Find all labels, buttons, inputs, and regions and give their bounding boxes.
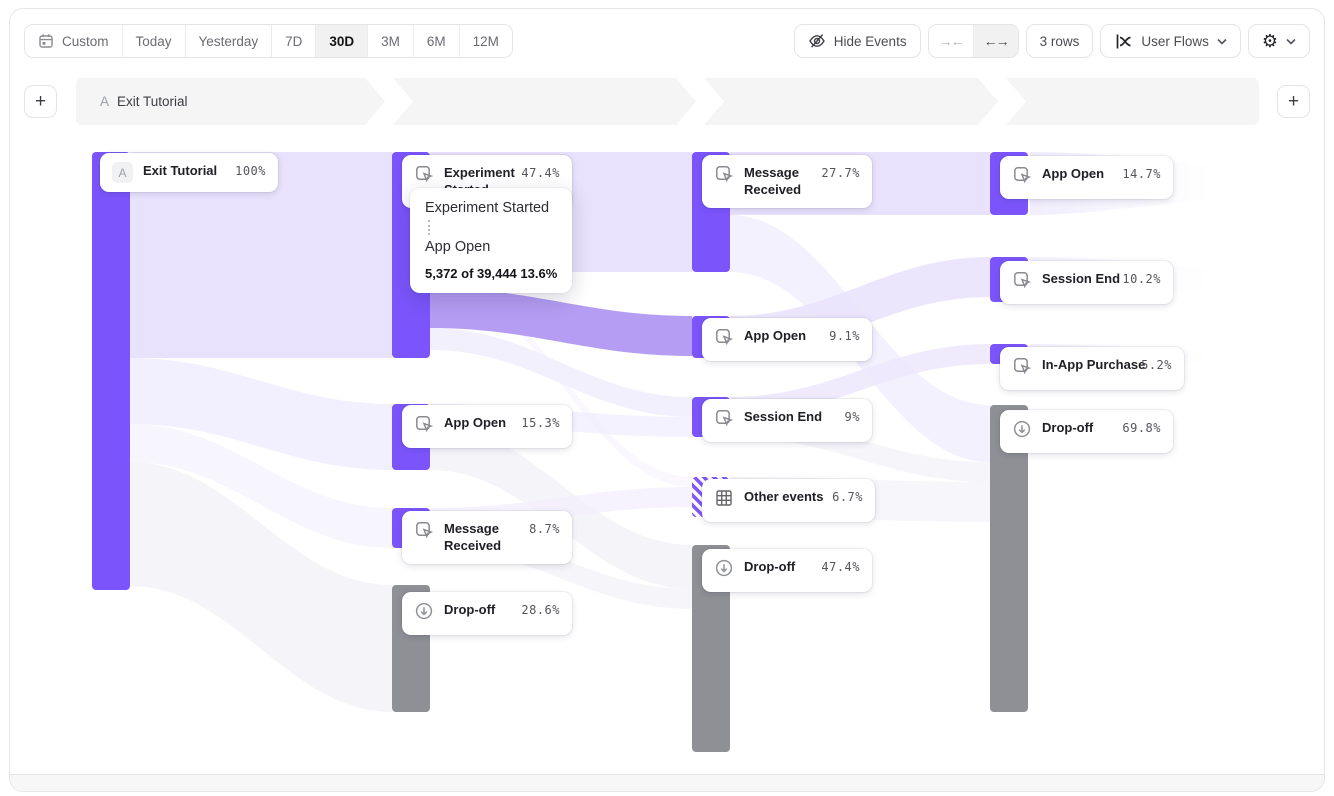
node-percentage: 15.3% bbox=[515, 414, 560, 430]
node-label: Other events bbox=[744, 488, 816, 506]
grid-icon bbox=[714, 488, 734, 513]
step-a-badge: A bbox=[112, 162, 133, 183]
node-percentage: 8.7% bbox=[523, 520, 560, 536]
flow-node-session-end-3[interactable]: Session End 9% bbox=[702, 399, 872, 442]
flow-node-drop-off-3[interactable]: Drop-off 47.4% bbox=[702, 549, 872, 592]
flow-node-other-events-3[interactable]: Other events 6.7% bbox=[702, 479, 875, 522]
node-label: App Open bbox=[444, 414, 505, 432]
sankey-links-svg bbox=[9, 8, 1325, 792]
node-label: In-App Purchase bbox=[1042, 356, 1125, 374]
tooltip-stats: 5,372 of 39,444 13.6% bbox=[425, 266, 557, 281]
node-percentage: 100% bbox=[229, 162, 266, 178]
node-label: Message Received bbox=[744, 164, 805, 199]
link-tooltip: Experiment Started App Open 5,372 of 39,… bbox=[410, 188, 572, 293]
node-percentage: 28.6% bbox=[515, 601, 560, 617]
event-icon bbox=[1012, 356, 1032, 381]
tooltip-source-event: Experiment Started bbox=[425, 200, 557, 216]
tooltip-connector-dots bbox=[428, 220, 430, 235]
bar-exit-tutorial[interactable] bbox=[92, 152, 130, 590]
event-icon bbox=[414, 520, 434, 545]
flow-node-app-open-3[interactable]: App Open 9.1% bbox=[702, 318, 872, 361]
bottom-strip bbox=[10, 774, 1324, 791]
node-percentage: 6.7% bbox=[826, 488, 863, 504]
flow-node-in-app-purchase-4[interactable]: In-App Purchase 5.2% bbox=[1000, 347, 1184, 390]
node-label: Message Received bbox=[444, 520, 513, 555]
event-icon bbox=[714, 327, 734, 352]
node-label: App Open bbox=[744, 327, 813, 345]
node-percentage: 47.4% bbox=[515, 164, 560, 180]
flow-node-message-received-3[interactable]: Message Received 27.7% bbox=[702, 155, 872, 208]
node-label: App Open bbox=[1042, 165, 1106, 183]
node-label: Drop-off bbox=[1042, 419, 1106, 437]
flow-node-app-open-4[interactable]: App Open 14.7% bbox=[1000, 156, 1173, 199]
flow-node-app-open-2[interactable]: App Open 15.3% bbox=[402, 405, 572, 448]
node-percentage: 5.2% bbox=[1135, 356, 1172, 372]
node-label: Drop-off bbox=[744, 558, 805, 576]
node-percentage: 14.7% bbox=[1116, 165, 1161, 181]
node-percentage: 9% bbox=[839, 408, 860, 424]
node-label: Exit Tutorial bbox=[143, 162, 219, 180]
node-label: Session End bbox=[744, 408, 829, 426]
flow-node-exit-tutorial[interactable]: A Exit Tutorial 100% bbox=[100, 153, 278, 192]
event-icon bbox=[714, 164, 734, 189]
event-icon bbox=[414, 164, 434, 189]
event-icon bbox=[414, 414, 434, 439]
flow-node-session-end-4[interactable]: Session End 10.2% bbox=[1000, 261, 1173, 304]
node-percentage: 10.2% bbox=[1116, 270, 1161, 286]
node-percentage: 27.7% bbox=[815, 164, 860, 180]
tooltip-target-event: App Open bbox=[425, 239, 557, 255]
node-percentage: 69.8% bbox=[1116, 419, 1161, 435]
drop-off-icon bbox=[714, 558, 734, 583]
flow-node-message-received-2[interactable]: Message Received 8.7% bbox=[402, 511, 572, 564]
drop-off-icon bbox=[414, 601, 434, 626]
event-icon bbox=[1012, 165, 1032, 190]
event-icon bbox=[714, 408, 734, 433]
drop-off-icon bbox=[1012, 419, 1032, 444]
node-label: Drop-off bbox=[444, 601, 505, 619]
event-icon bbox=[1012, 270, 1032, 295]
app-card: Custom Today Yesterday 7D 30D 3M 6M 12M bbox=[9, 8, 1325, 792]
node-percentage: 9.1% bbox=[823, 327, 860, 343]
node-percentage: 47.4% bbox=[815, 558, 860, 574]
flow-node-drop-off-4[interactable]: Drop-off 69.8% bbox=[1000, 410, 1173, 453]
flow-node-drop-off-2[interactable]: Drop-off 28.6% bbox=[402, 592, 572, 635]
node-label: Session End bbox=[1042, 270, 1106, 288]
